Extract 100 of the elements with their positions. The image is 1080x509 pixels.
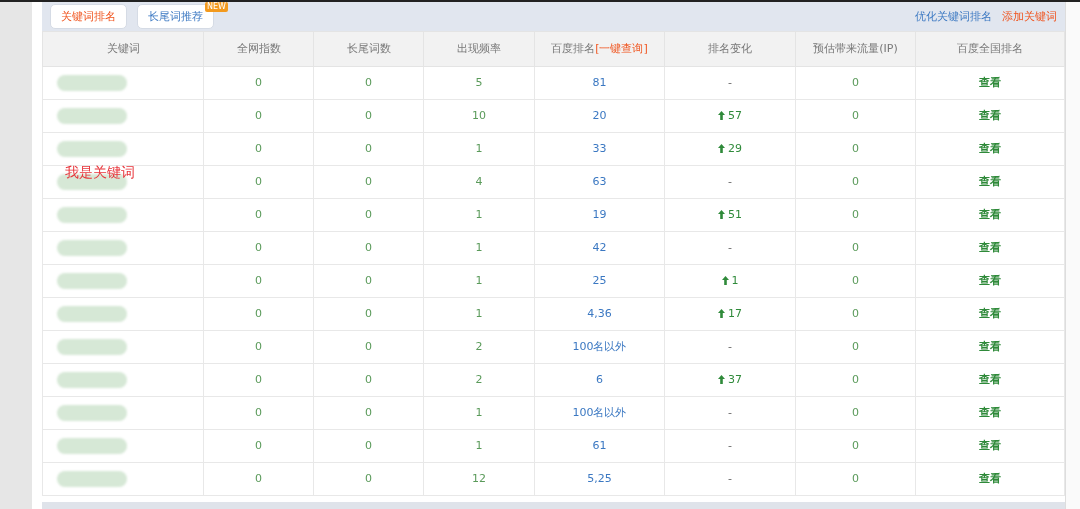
table-cell: 19: [534, 198, 665, 232]
table-cell: 0: [313, 363, 424, 397]
table-cell: 100名以外: [534, 396, 665, 430]
table-cell: 6: [534, 363, 665, 397]
rank-change: -: [728, 472, 732, 486]
rank-change: 37: [728, 372, 742, 386]
blurred-keyword: [57, 239, 127, 256]
table-cell: 0: [313, 132, 424, 166]
blurred-keyword: [57, 272, 127, 289]
rank-change: 51: [728, 207, 742, 221]
view-link[interactable]: 查看: [979, 406, 1001, 420]
table-cell: 2: [423, 363, 535, 397]
table-cell: 0: [203, 165, 314, 199]
table-cell: 42: [534, 231, 665, 265]
rank-change: -: [728, 340, 732, 354]
rank-change: 1: [731, 273, 739, 287]
view-link[interactable]: 查看: [979, 76, 1001, 90]
column-header: 百度全国排名: [915, 31, 1065, 67]
table-cell: 0: [313, 396, 424, 430]
blurred-keyword: [57, 404, 127, 421]
new-badge: NEW: [205, 1, 228, 12]
rank-change: 57: [728, 108, 742, 122]
view-link[interactable]: 查看: [979, 307, 1001, 321]
table-cell: 63: [534, 165, 665, 199]
table-cell: 0: [795, 264, 916, 298]
rank-change: 17: [728, 306, 742, 320]
table-cell: 0: [795, 429, 916, 463]
view-link[interactable]: 查看: [979, 472, 1001, 486]
table-cell: 0: [203, 99, 314, 133]
up-arrow-icon: [718, 308, 725, 318]
table-cell: 12: [423, 462, 535, 496]
table-cell: 0: [203, 264, 314, 298]
tab[interactable]: 关键词排名: [50, 3, 127, 29]
table-cell: 0: [313, 429, 424, 463]
table-cell: 1: [423, 198, 535, 232]
blurred-keyword: [57, 371, 127, 388]
table-cell: 0: [795, 396, 916, 430]
table-cell: 0: [313, 264, 424, 298]
table-cell: 0: [313, 66, 424, 100]
view-link[interactable]: 查看: [979, 241, 1001, 255]
column-header: 百度排名[一键查询]: [534, 31, 665, 67]
view-link[interactable]: 查看: [979, 340, 1001, 354]
table-cell: 33: [534, 132, 665, 166]
rank-change: -: [728, 439, 732, 453]
table-cell: 0: [203, 132, 314, 166]
up-arrow-icon: [718, 209, 725, 219]
table-cell: 0: [203, 198, 314, 232]
table-cell: 1: [423, 396, 535, 430]
rank-change: 29: [728, 141, 742, 155]
table-cell: 100名以外: [534, 330, 665, 364]
table-cell: 1: [423, 132, 535, 166]
table-cell: 2: [423, 330, 535, 364]
blurred-keyword: [57, 470, 127, 487]
table-cell: 0: [795, 198, 916, 232]
table-cell: 0: [795, 132, 916, 166]
table-cell: 0: [795, 330, 916, 364]
blurred-keyword: [57, 338, 127, 355]
column-header: 预估带来流量(IP): [795, 31, 916, 67]
table-cell: 4,36: [534, 297, 665, 331]
table-cell: 1: [423, 429, 535, 463]
view-link[interactable]: 查看: [979, 142, 1001, 156]
view-link[interactable]: 查看: [979, 208, 1001, 222]
rank-change: -: [728, 76, 732, 90]
link[interactable]: 优化关键词排名: [915, 8, 992, 24]
rank-change: -: [728, 241, 732, 255]
up-arrow-icon: [721, 275, 729, 285]
column-header: 排名变化: [664, 31, 796, 67]
up-arrow-icon: [718, 374, 725, 384]
table-cell: 0: [313, 99, 424, 133]
table-cell: 61: [534, 429, 665, 463]
table-cell: 1: [423, 264, 535, 298]
table-cell: 0: [313, 198, 424, 232]
view-link[interactable]: 查看: [979, 175, 1001, 189]
table-cell: 1: [423, 231, 535, 265]
horizontal-scrollbar[interactable]: [42, 501, 1065, 509]
view-link[interactable]: 查看: [979, 373, 1001, 387]
table-cell: 0: [203, 66, 314, 100]
view-link[interactable]: 查看: [979, 439, 1001, 453]
table-cell: 0: [795, 363, 916, 397]
table-cell: 0: [795, 462, 916, 496]
table-cell: 10: [423, 99, 535, 133]
table-cell: 4: [423, 165, 535, 199]
table-cell: 81: [534, 66, 665, 100]
column-header: 长尾词数: [313, 31, 424, 67]
table-cell: 0: [795, 99, 916, 133]
view-link[interactable]: 查看: [979, 274, 1001, 288]
column-header: 关键词: [42, 31, 204, 67]
table-cell: 0: [203, 363, 314, 397]
up-arrow-icon: [718, 110, 725, 120]
link[interactable]: 添加关键词: [1002, 8, 1057, 24]
table-cell: 0: [313, 462, 424, 496]
table-cell: 0: [313, 165, 424, 199]
table-cell: 0: [313, 297, 424, 331]
view-link[interactable]: 查看: [979, 109, 1001, 123]
column-header: 出现频率: [423, 31, 535, 67]
table-cell: 0: [203, 462, 314, 496]
table-cell: 0: [203, 396, 314, 430]
rank-change: -: [728, 175, 732, 189]
table-cell: 5: [423, 66, 535, 100]
table-cell: 0: [795, 165, 916, 199]
